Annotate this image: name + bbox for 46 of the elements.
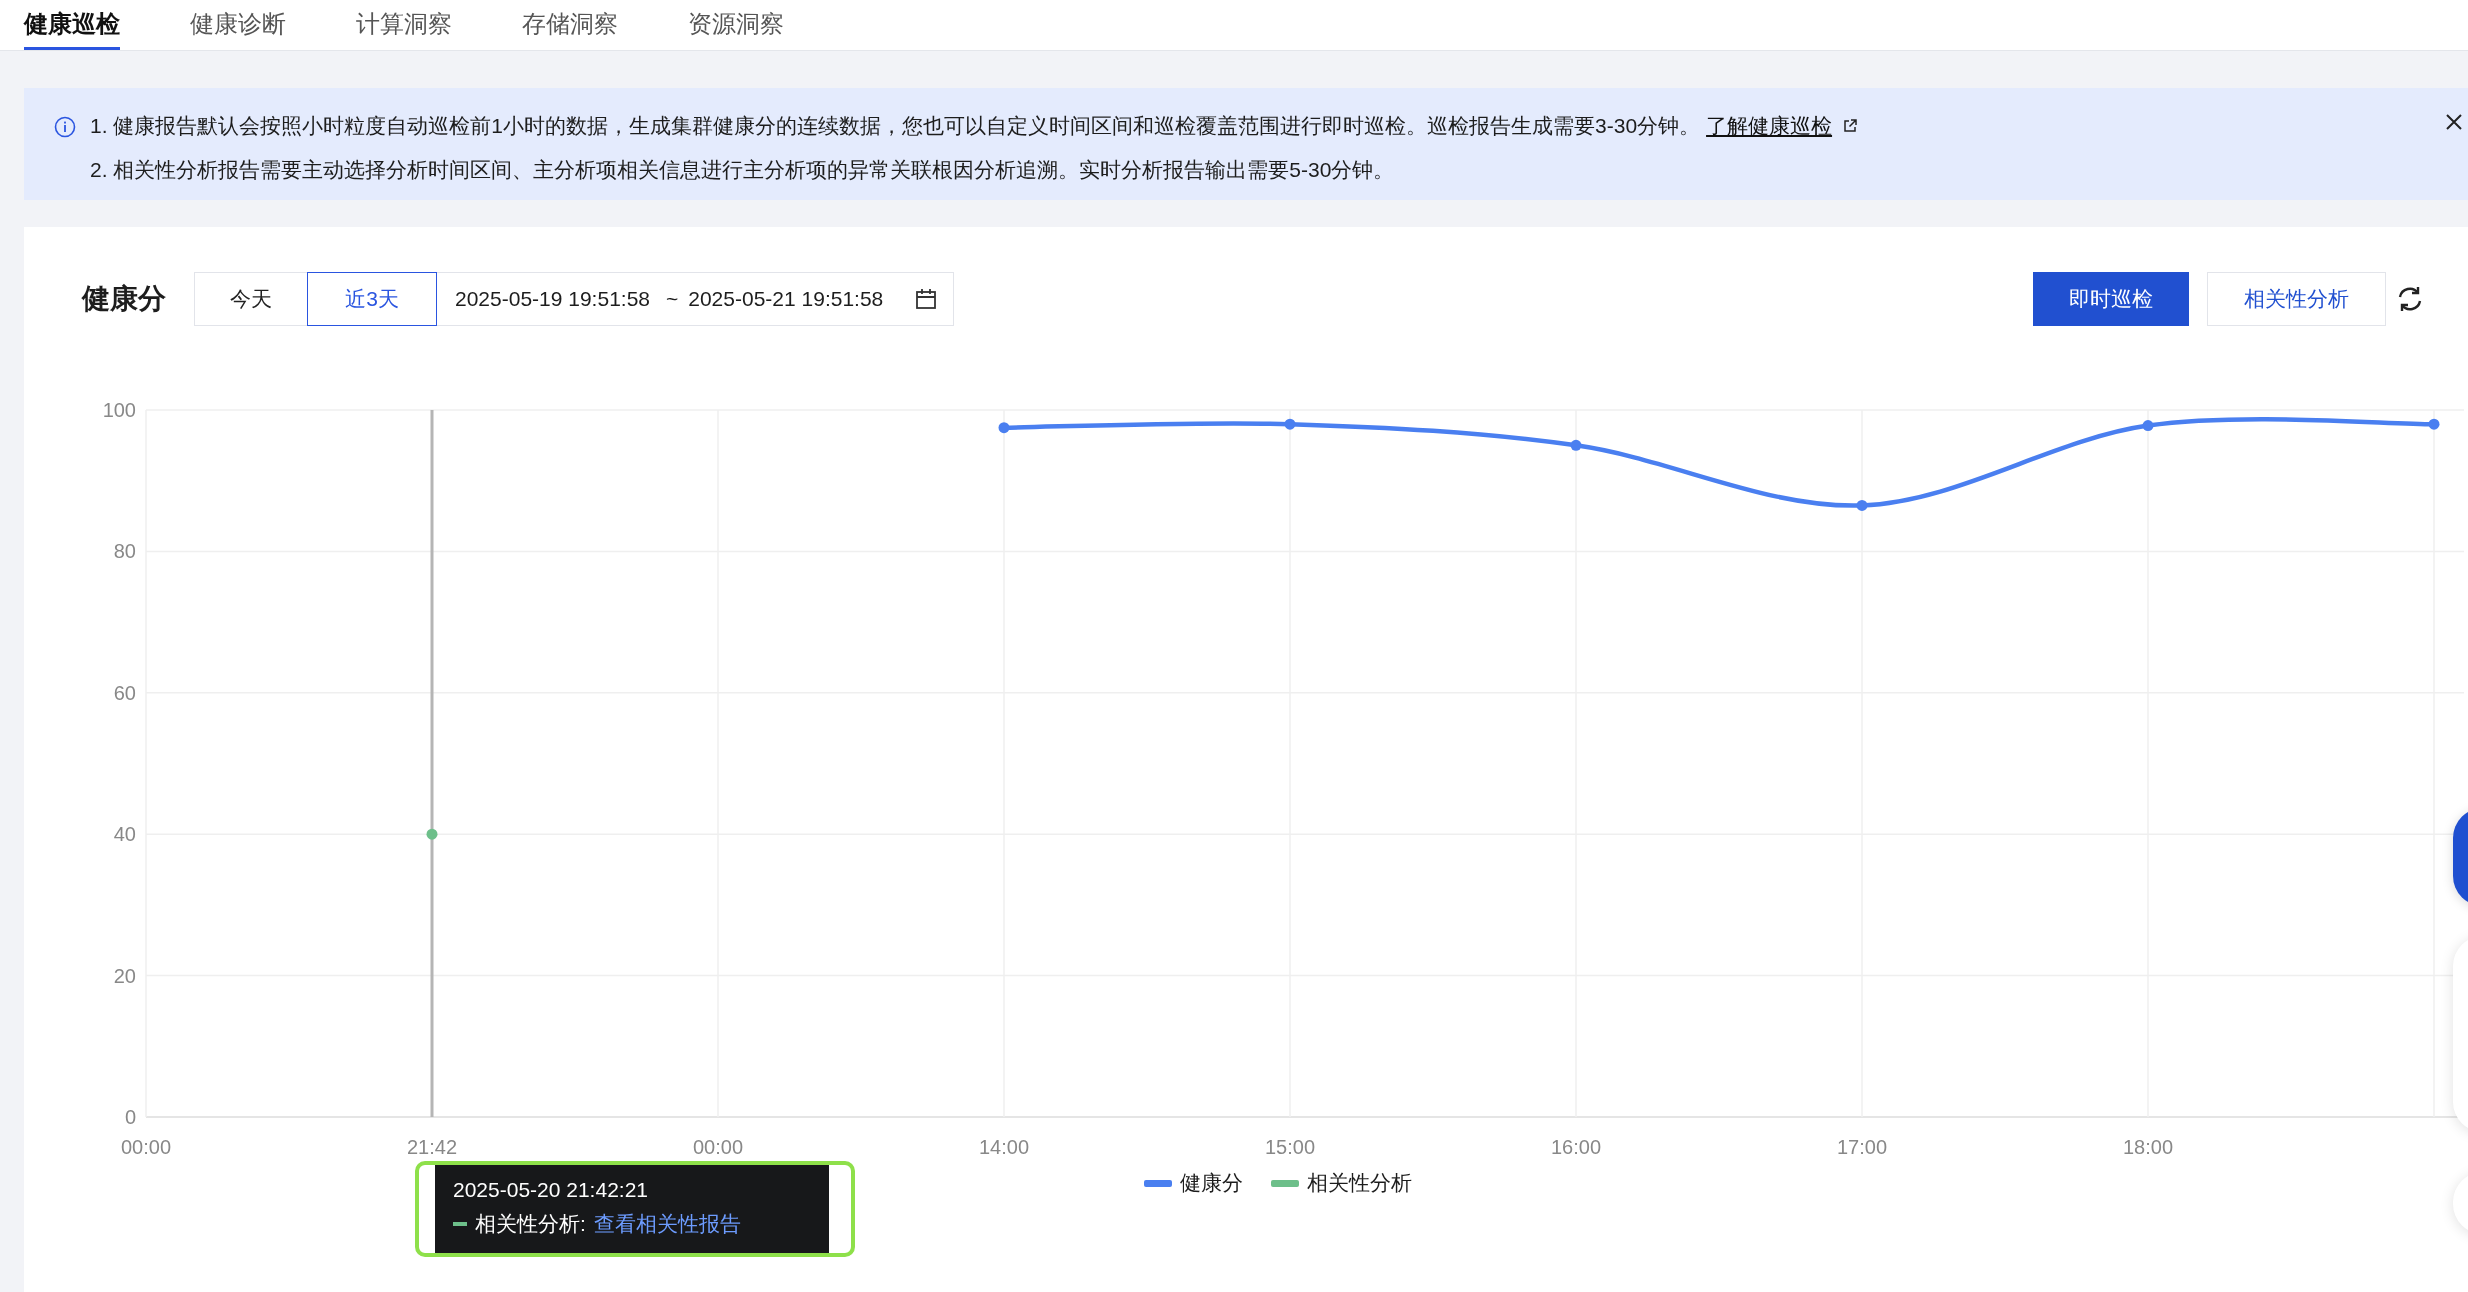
tooltip-time: 2025-05-20 21:42:21 xyxy=(453,1177,649,1203)
info-icon xyxy=(54,116,76,138)
data-point xyxy=(2428,418,2440,430)
tab[interactable]: 资源洞察 xyxy=(688,0,784,50)
x-axis-label: 14:00 xyxy=(978,1136,1030,1158)
learn-more-link[interactable]: 了解健康巡检 xyxy=(1706,104,1833,148)
notice-text: 1. 健康报告默认会按照小时粒度自动巡检前1小时的数据，生成集群健康分的连续数据，您也可以自定义时间区间和巡检覆盖范围进行即时巡检。巡检报告生成需要3-30分钟。 xyxy=(90,113,1701,139)
section-title: 健康分 xyxy=(82,282,166,316)
x-axis-label: 15:00 xyxy=(1264,1136,1316,1158)
data-point xyxy=(1284,418,1296,430)
data-point xyxy=(998,422,1010,434)
x-axis-label: 21:42 xyxy=(406,1136,458,1158)
legend-label[interactable]: 健康分 xyxy=(1180,1169,1243,1197)
data-point xyxy=(2142,420,2154,432)
close-icon[interactable] xyxy=(2444,112,2464,132)
data-point xyxy=(1856,499,1868,511)
x-axis-label: 18:00 xyxy=(2122,1136,2174,1158)
external-link-icon[interactable] xyxy=(1842,118,1859,134)
y-axis-label: 60 xyxy=(113,681,136,704)
y-axis-label: 40 xyxy=(113,823,136,846)
y-axis-label: 100 xyxy=(102,399,136,421)
y-axis-label: 80 xyxy=(113,540,136,563)
refresh-icon[interactable] xyxy=(2396,285,2424,313)
tab[interactable]: 存储洞察 xyxy=(522,0,618,50)
x-axis-label: 16:00 xyxy=(1550,1136,1602,1158)
inspect-button[interactable]: 即时巡检 xyxy=(2033,272,2189,326)
y-axis-label: 20 xyxy=(113,964,136,987)
analysis-button[interactable]: 相关性分析 xyxy=(2207,272,2386,326)
range-option[interactable]: 今天 xyxy=(194,272,308,326)
tab[interactable]: 计算洞察 xyxy=(356,0,452,50)
notice-text: 2. 相关性分析报告需要主动选择分析时间区间、主分析项相关信息进行主分析项的异常关联根因分析追溯。实时分析报告输出需要5-30分钟。 xyxy=(90,157,1395,183)
legend-label[interactable]: 相关性分析 xyxy=(1307,1169,1412,1197)
data-point xyxy=(426,828,438,840)
x-axis-label: 00:00 xyxy=(120,1136,172,1158)
report-link[interactable]: 查看相关性报告 xyxy=(593,1207,741,1241)
calendar-icon[interactable] xyxy=(915,288,938,310)
x-axis-label: 00:00 xyxy=(692,1136,744,1158)
tab[interactable]: 健康诊断 xyxy=(190,0,286,50)
y-axis-label: 0 xyxy=(124,1106,136,1128)
tab[interactable]: 健康巡检 xyxy=(24,0,120,50)
date-range-field[interactable]: 2025-05-19 19:51:58 ~ 2025-05-21 19:51:58 xyxy=(437,272,955,326)
data-point xyxy=(1570,439,1582,451)
tooltip-label: 相关性分析: xyxy=(475,1211,586,1237)
x-axis-label: 17:00 xyxy=(1836,1136,1888,1158)
range-option[interactable]: 近3天 xyxy=(307,272,437,326)
series-marker xyxy=(453,1222,467,1226)
